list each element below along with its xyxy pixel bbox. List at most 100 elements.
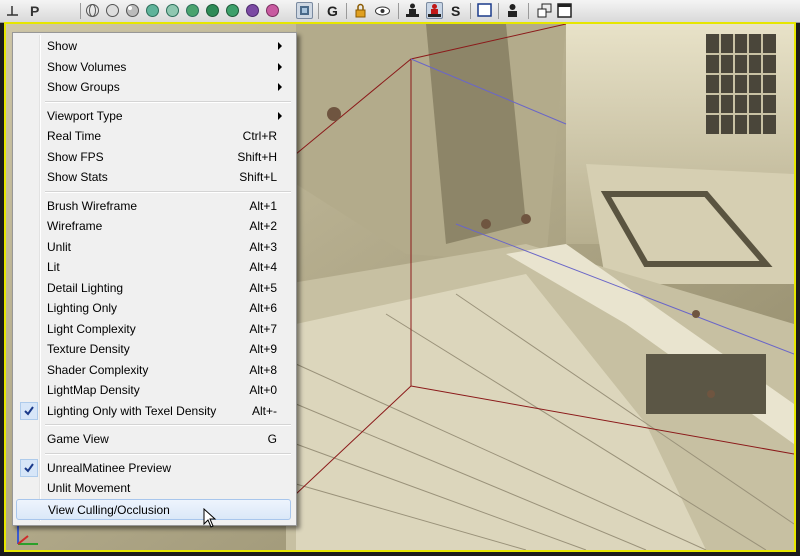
menu-item-unlit-movement[interactable]: Unlit Movement	[16, 478, 291, 498]
menu-item-real-time[interactable]: Real Time Ctrl+R	[16, 126, 291, 146]
menu-item-unrealmatinee-preview[interactable]: UnrealMatinee Preview	[16, 458, 291, 478]
menu-item-label: Show Volumes	[47, 59, 127, 74]
menu-item-show-groups[interactable]: Show Groups	[16, 77, 291, 97]
menu-item-shortcut: Alt+-	[251, 403, 277, 418]
menu-item-shortcut: Alt+1	[249, 198, 277, 213]
menu-item-shortcut: Alt+3	[249, 239, 277, 254]
checkmark-icon	[20, 458, 38, 477]
menu-item-show-stats[interactable]: Show Stats Shift+L	[16, 167, 291, 187]
menu-item-show-fps[interactable]: Show FPS Shift+H	[16, 147, 291, 167]
submenu-arrow-icon	[278, 42, 282, 50]
lightmap-density-alt-icon[interactable]	[264, 2, 281, 19]
menu-item-shader-complexity[interactable]: Shader Complexity Alt+8	[16, 360, 291, 380]
menu-item-shortcut: Alt+5	[249, 280, 277, 295]
game-view-icon[interactable]: G	[324, 2, 341, 19]
perspective-icon[interactable]: P	[28, 2, 45, 19]
lighting-only-icon[interactable]	[164, 2, 181, 19]
toolbar-separator	[498, 3, 499, 19]
menu-item-label: Real Time	[47, 129, 102, 143]
menu-item-label: Unlit	[47, 239, 72, 254]
lock-icon[interactable]	[352, 2, 369, 19]
menu-item-label: Texture Density	[47, 342, 130, 356]
menu-item-lighting-only-with-texel-density[interactable]: Lighting Only with Texel Density Alt+-	[16, 401, 291, 421]
menu-item-lit[interactable]: Lit Alt+4	[16, 257, 291, 277]
svg-text:P: P	[30, 3, 39, 19]
maximize-viewport-icon[interactable]	[556, 2, 573, 19]
menu-item-game-view[interactable]: Game View G	[16, 429, 291, 449]
submenu-arrow-icon	[278, 83, 282, 91]
menu-item-label: Unlit Movement	[47, 481, 131, 495]
menu-item-label: Game View	[47, 432, 109, 446]
submenu-arrow-icon	[278, 111, 282, 120]
menu-item-viewport-type[interactable]: Viewport Type	[16, 106, 291, 126]
menu-item-view-culling-occlusion[interactable]: View Culling/Occlusion	[16, 498, 291, 520]
svg-text:S: S	[451, 3, 460, 19]
menu-item-shortcut: Shift+H	[237, 149, 277, 164]
menu-item-texture-density[interactable]: Texture Density Alt+9	[16, 339, 291, 359]
menu-item-light-complexity[interactable]: Light Complexity Alt+7	[16, 319, 291, 339]
menu-item-label: Light Complexity	[47, 321, 136, 336]
light-complexity-icon[interactable]	[184, 2, 201, 19]
lightmap-density-icon[interactable]	[244, 2, 261, 19]
actor-highlighted-icon[interactable]	[426, 2, 443, 19]
detail-lighting-icon[interactable]	[144, 2, 161, 19]
menu-item-shortcut: G	[267, 432, 277, 446]
menu-item-shortcut: Ctrl+R	[242, 129, 277, 143]
lit-sphere-icon[interactable]	[124, 2, 141, 19]
viewport-toolbar: P G S	[0, 0, 800, 23]
viewport-options-menu: Show Show Volumes Show Groups Viewport Type…	[12, 32, 297, 526]
menu-item-label: View Culling/Occlusion	[48, 502, 170, 517]
menu-item-shortcut: Alt+4	[249, 260, 277, 274]
menu-item-detail-lighting[interactable]: Detail Lighting Alt+5	[16, 278, 291, 298]
menu-item-show-volumes[interactable]: Show Volumes	[16, 57, 291, 77]
unlit-sphere-icon[interactable]	[104, 2, 121, 19]
menu-item-wireframe[interactable]: Wireframe Alt+2	[16, 216, 291, 236]
menu-item-label: Show Groups	[47, 80, 120, 94]
menu-item-shortcut: Alt+9	[249, 342, 277, 356]
menu-item-label: Viewport Type	[47, 108, 123, 123]
toolbar-separator	[346, 3, 347, 19]
menu-item-lightmap-density[interactable]: LightMap Density Alt+0	[16, 380, 291, 400]
menu-item-shortcut: Alt+6	[249, 301, 277, 315]
actor-icon[interactable]	[404, 2, 421, 19]
menu-item-label: Lit	[47, 260, 60, 274]
menu-item-label: Brush Wireframe	[47, 198, 138, 213]
float-viewport-icon[interactable]	[536, 2, 553, 19]
menu-item-label: UnrealMatinee Preview	[47, 460, 172, 475]
menu-separator	[45, 100, 291, 103]
streaming-icon[interactable]: S	[448, 2, 465, 19]
menu-separator	[45, 452, 291, 455]
menu-item-shortcut: Alt+8	[249, 362, 277, 377]
viewport-frame-icon[interactable]	[476, 2, 493, 19]
menu-item-label: Lighting Only	[47, 301, 118, 315]
user-icon[interactable]	[504, 2, 521, 19]
shader-complexity-icon[interactable]	[224, 2, 241, 19]
menu-item-unlit[interactable]: Unlit Alt+3	[16, 237, 291, 257]
eye-icon[interactable]	[374, 2, 391, 19]
wireframe-sphere-icon[interactable]	[84, 2, 101, 19]
menu-item-label: Wireframe	[47, 219, 103, 233]
mouse-cursor-icon	[203, 507, 217, 532]
menu-item-label: Show	[47, 39, 78, 53]
viewport-options-icon[interactable]	[4, 2, 21, 19]
menu-item-label: Lighting Only with Texel Density	[47, 403, 217, 418]
menu-item-label: Detail Lighting	[47, 280, 124, 295]
menu-item-shortcut: Alt+0	[249, 383, 277, 397]
menu-item-label: Show FPS	[47, 149, 104, 164]
toolbar-separator	[528, 3, 529, 19]
toolbar-separator	[470, 3, 471, 19]
menu-item-label: LightMap Density	[47, 383, 140, 397]
level-viewport[interactable]: Show Show Volumes Show Groups Viewport Type…	[4, 22, 796, 552]
realtime-icon[interactable]	[296, 2, 313, 19]
toolbar-separator	[398, 3, 399, 19]
menu-item-show[interactable]: Show	[16, 36, 291, 56]
menu-item-label: Show Stats	[47, 170, 108, 184]
menu-separator	[45, 190, 291, 193]
menu-item-lighting-only[interactable]: Lighting Only Alt+6	[16, 298, 291, 318]
menu-item-shortcut: Alt+7	[249, 321, 277, 336]
menu-item-brush-wireframe[interactable]: Brush Wireframe Alt+1	[16, 196, 291, 216]
editor-viewport-window: P G S Show Show Volumes Show Groups View…	[0, 0, 800, 556]
submenu-arrow-icon	[278, 62, 282, 71]
texture-density-icon[interactable]	[204, 2, 221, 19]
svg-text:G: G	[327, 3, 338, 19]
